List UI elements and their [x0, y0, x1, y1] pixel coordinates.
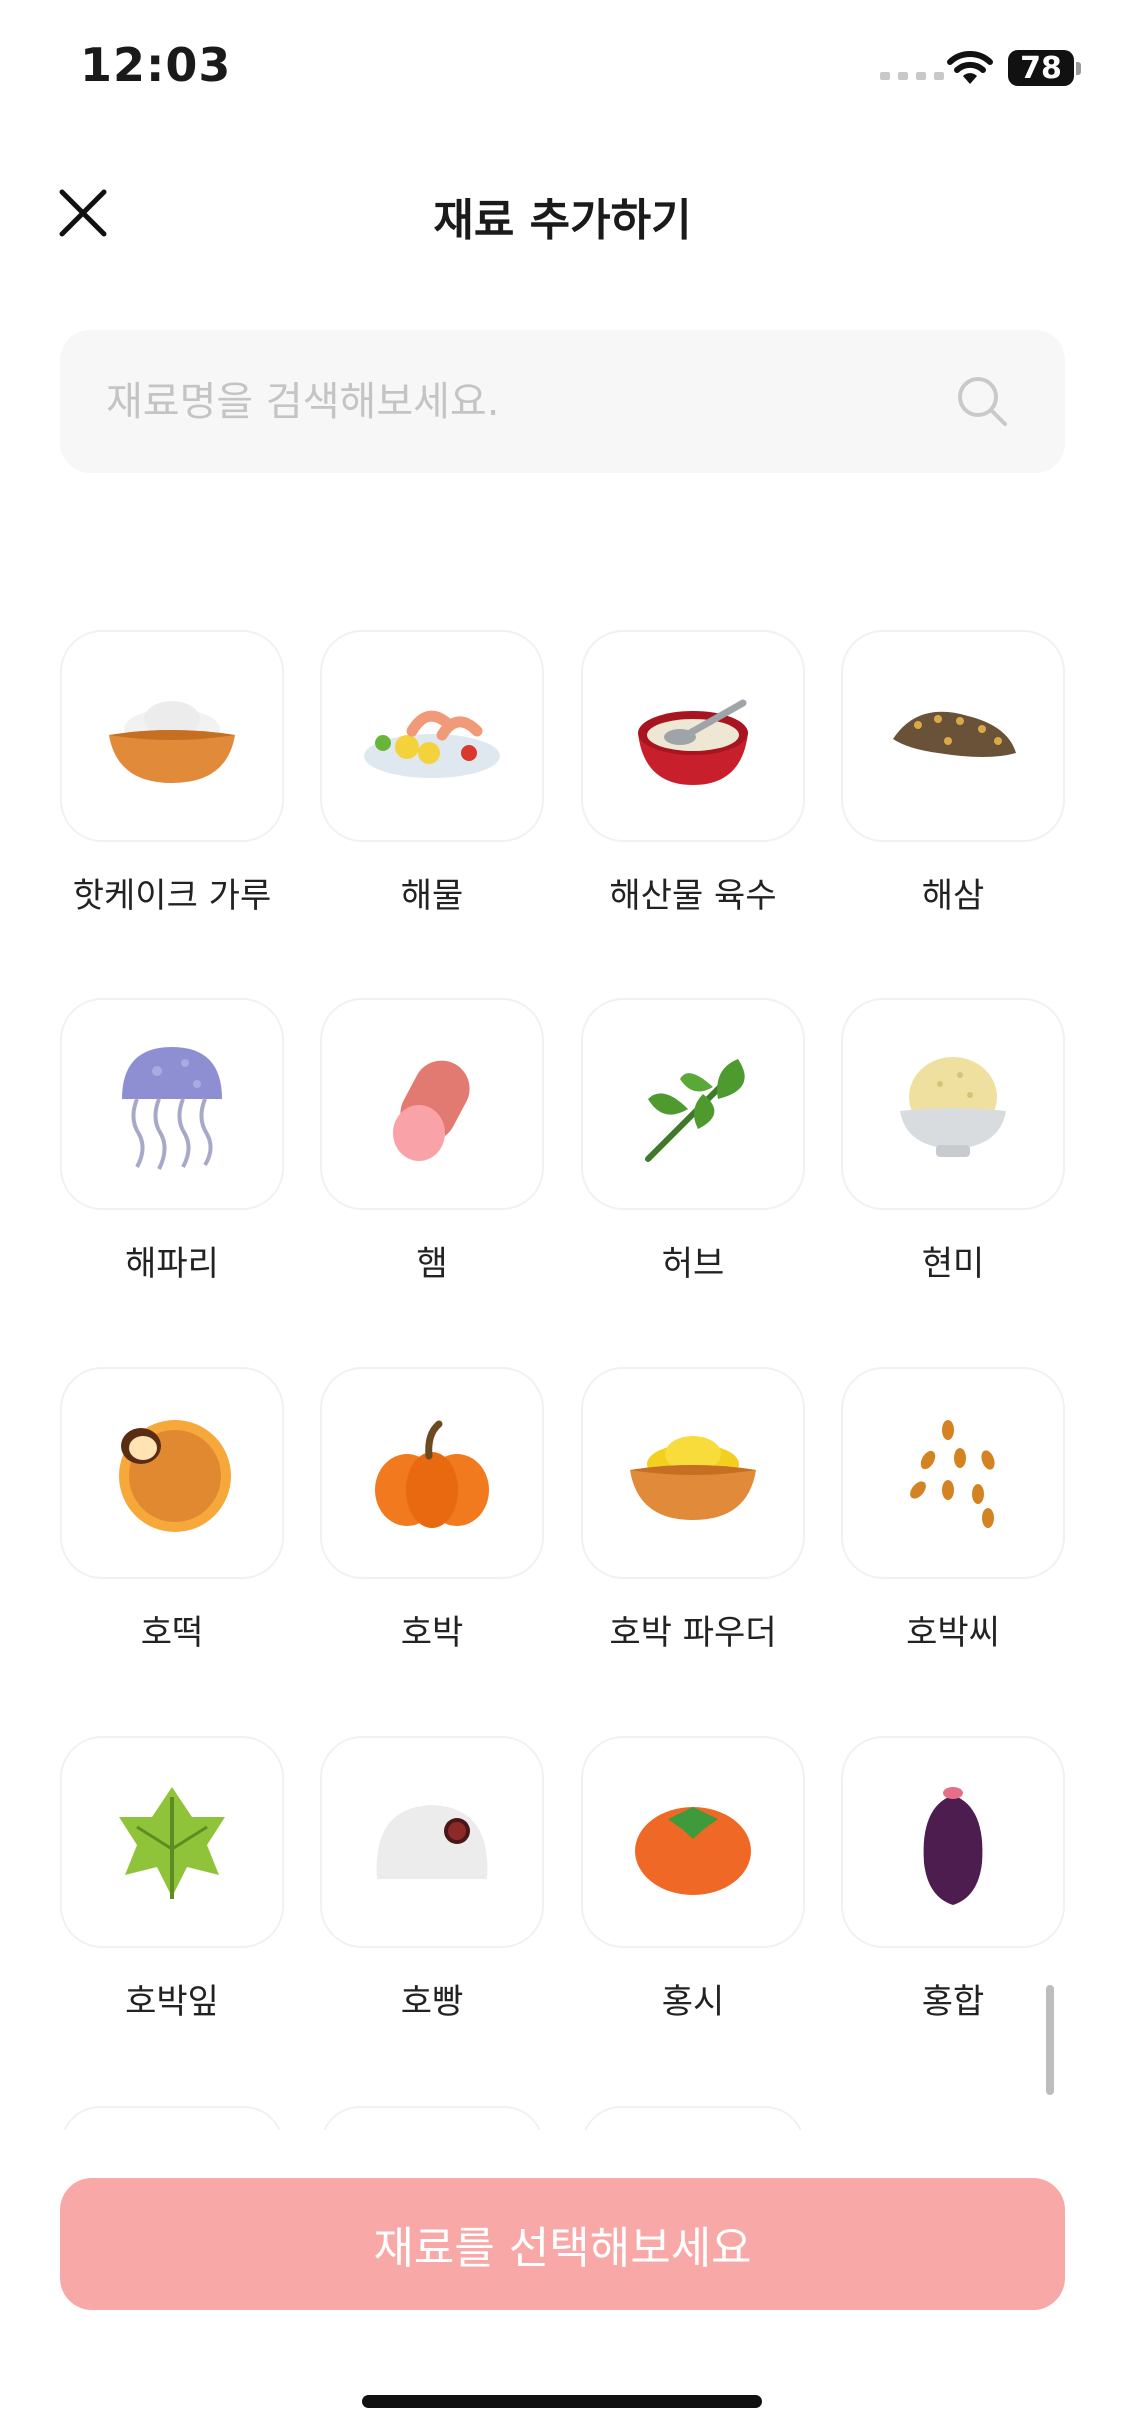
cellular-signal-icon: [880, 72, 944, 80]
page-title: 재료 추가하기: [433, 195, 692, 246]
ingredient-label: 홍시: [661, 1982, 725, 2022]
ingredient-label: 호박: [400, 1613, 464, 1653]
brown-rice-icon[interactable]: [841, 998, 1065, 1210]
ingredient-label: 호박씨: [906, 1613, 1000, 1653]
status-bar: 12:03 78: [0, 0, 1125, 140]
screen: 12:03 78 재료 추가하기 핫케이: [0, 0, 1125, 2436]
ingredient-label: 해산물 육수: [609, 876, 777, 916]
ingredient-label: 홍합: [921, 1982, 985, 2022]
seafood-broth-icon[interactable]: [581, 630, 805, 842]
battery-indicator: 78: [1008, 50, 1074, 86]
jellyfish-icon[interactable]: [60, 998, 284, 1210]
select-ingredient-button[interactable]: 재료를 선택해보세요: [60, 2178, 1065, 2310]
pumpkin-powder-icon[interactable]: [581, 1367, 805, 1579]
ingredient-label: 호빵: [400, 1982, 464, 2022]
battery-cap: [1076, 62, 1081, 75]
steamed-bun-icon[interactable]: [320, 1736, 544, 1948]
ingredient-label: 허브: [661, 1244, 725, 1284]
status-time: 12:03: [80, 38, 232, 92]
mussel-icon[interactable]: [841, 1736, 1065, 1948]
sea-cucumber-icon[interactable]: [841, 630, 1065, 842]
home-indicator: [362, 2395, 762, 2408]
persimmon-icon[interactable]: [581, 1736, 805, 1948]
ingredient-label: 호떡: [140, 1613, 204, 1653]
search-icon[interactable]: [953, 372, 1013, 432]
herb-icon[interactable]: [581, 998, 805, 1210]
search-input[interactable]: [106, 330, 926, 473]
hotteok-icon[interactable]: [60, 1367, 284, 1579]
ingredient-label: 호박 파우더: [609, 1613, 777, 1653]
ingredient-label: 호박잎: [125, 1982, 219, 2022]
ham-icon[interactable]: [320, 998, 544, 1210]
seafood-icon[interactable]: [320, 630, 544, 842]
wifi-icon: [947, 51, 993, 84]
search-box[interactable]: [60, 330, 1065, 473]
pumpkin-seeds-icon[interactable]: [841, 1367, 1065, 1579]
scrollbar[interactable]: [1046, 1985, 1054, 2095]
pumpkin-leaf-icon[interactable]: [60, 1736, 284, 1948]
pumpkin-icon[interactable]: [320, 1367, 544, 1579]
pancake-flour-icon[interactable]: [60, 630, 284, 842]
ingredient-label: 햄: [416, 1244, 448, 1284]
ingredient-label: 해파리: [125, 1244, 219, 1284]
ingredient-label: 현미: [921, 1244, 985, 1284]
ingredient-label: 핫케이크 가루: [72, 876, 272, 916]
ingredient-label: 해삼: [921, 876, 985, 916]
ingredient-label: 해물: [400, 876, 464, 916]
